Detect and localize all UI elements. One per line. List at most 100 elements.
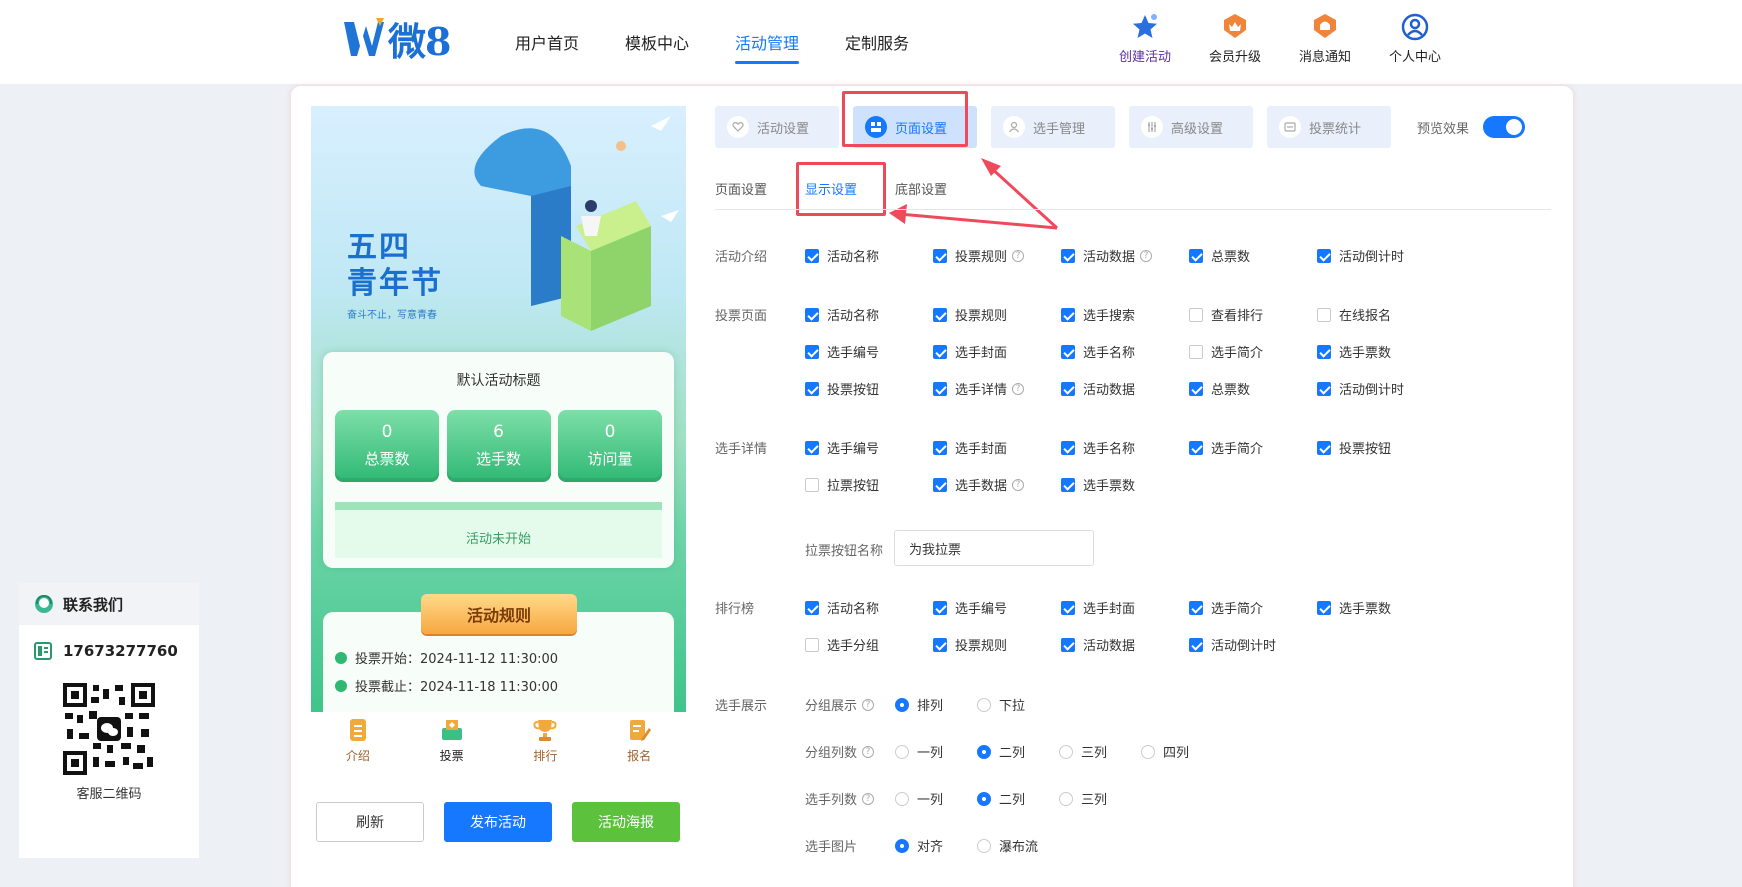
step-activity-settings[interactable]: 活动设置 — [715, 106, 839, 148]
checkbox-detail-player-intro[interactable]: 选手简介 — [1189, 438, 1263, 457]
help-icon[interactable]: ? — [1012, 249, 1025, 262]
checkbox-vote-button[interactable]: 投票按钮 — [805, 379, 879, 398]
checkbox-vote-player-name[interactable]: 选手名称 — [1061, 342, 1135, 361]
nav-activity-management[interactable]: 活动管理 — [712, 0, 822, 84]
radio-label: 二列 — [999, 793, 1026, 808]
help-icon[interactable]: ? — [862, 745, 875, 758]
personal-center-button[interactable]: 个人中心 — [1370, 12, 1460, 65]
tab-vote[interactable]: 投票 — [405, 712, 499, 766]
checkbox-rank-player-number[interactable]: 选手编号 — [933, 598, 1007, 617]
checkbox-vote-player-search[interactable]: 选手搜索 — [1061, 305, 1135, 324]
member-upgrade-button[interactable]: 会员升级 — [1190, 12, 1280, 65]
checkbox-box — [805, 344, 819, 359]
help-icon[interactable]: ? — [1012, 382, 1025, 395]
checkbox-box — [933, 248, 947, 263]
checkbox-box — [933, 637, 947, 652]
checkbox-rank-activity-name[interactable]: 活动名称 — [805, 598, 879, 617]
radio-group-cols-4[interactable]: 四列 — [1141, 742, 1189, 761]
subtab-display-settings[interactable]: 显示设置 — [805, 176, 857, 209]
checkbox-detail-vote-button[interactable]: 投票按钮 — [1317, 438, 1391, 457]
qr-code-image — [63, 683, 155, 775]
checkbox-detail-player-votes[interactable]: 选手票数 — [1061, 475, 1135, 494]
checkbox-vote-player-number[interactable]: 选手编号 — [805, 342, 879, 361]
tab-signup[interactable]: 报名 — [592, 712, 686, 766]
nav-user-home[interactable]: 用户首页 — [492, 0, 602, 84]
checkbox-detail-player-data[interactable]: 选手数据? — [933, 475, 1025, 494]
step-advanced-settings[interactable]: 高级设置 — [1129, 106, 1253, 148]
canvass-button-name-input[interactable]: 为我拉票 — [894, 530, 1094, 566]
activity-poster-button[interactable]: 活动海报 — [572, 802, 680, 842]
checkbox-intro-countdown[interactable]: 活动倒计时 — [1317, 246, 1404, 265]
radio-player-cols-3[interactable]: 三列 — [1059, 789, 1107, 808]
nav-custom-service[interactable]: 定制服务 — [822, 0, 932, 84]
checkbox-rank-player-group[interactable]: 选手分组 — [805, 635, 879, 654]
checkbox-detail-canvass-button[interactable]: 拉票按钮 — [805, 475, 879, 494]
radio-group-cols-1[interactable]: 一列 — [895, 742, 943, 761]
checkbox-vote-activity-data[interactable]: 活动数据 — [1061, 379, 1135, 398]
checkbox-intro-vote-rules[interactable]: 投票规则? — [933, 246, 1025, 265]
radio-label: 三列 — [1081, 793, 1108, 808]
checkbox-vote-activity-name[interactable]: 活动名称 — [805, 305, 879, 324]
subtab-footer-settings[interactable]: 底部设置 — [895, 176, 947, 209]
checkbox-vote-player-intro[interactable]: 选手简介 — [1189, 342, 1263, 361]
checkbox-box — [933, 381, 947, 396]
clock-icon — [335, 679, 347, 692]
radio-group-display-arrange[interactable]: 排列 — [895, 695, 943, 714]
checkbox-rank-activity-data[interactable]: 活动数据 — [1061, 635, 1135, 654]
stat-label: 总票数 — [364, 450, 410, 468]
radio-player-cols-2[interactable]: 二列 — [977, 789, 1025, 808]
checkbox-rank-player-intro[interactable]: 选手简介 — [1189, 598, 1263, 617]
radio-player-cols-1[interactable]: 一列 — [895, 789, 943, 808]
logo[interactable]: 微8 — [342, 14, 451, 64]
checkbox-label: 选手编号 — [955, 602, 1008, 617]
nav-template-center[interactable]: 模板中心 — [602, 0, 712, 84]
tab-ranking[interactable]: 排行 — [499, 712, 593, 766]
checkbox-label: 选手票数 — [1339, 602, 1392, 617]
qr-code — [63, 683, 155, 775]
checkbox-rank-player-votes[interactable]: 选手票数 — [1317, 598, 1391, 617]
radio-player-image-waterfall[interactable]: 瀑布流 — [977, 836, 1038, 855]
create-activity-button[interactable]: 创建活动 — [1100, 12, 1190, 65]
checkbox-detail-player-name[interactable]: 选手名称 — [1061, 438, 1135, 457]
help-icon[interactable]: ? — [1140, 249, 1153, 262]
checkbox-intro-total-votes[interactable]: 总票数 — [1189, 246, 1250, 265]
radio-group-display-dropdown[interactable]: 下拉 — [977, 695, 1025, 714]
help-icon[interactable]: ? — [862, 792, 875, 805]
preview-toggle-switch[interactable] — [1483, 116, 1526, 138]
checkbox-detail-player-number[interactable]: 选手编号 — [805, 438, 879, 457]
checkbox-intro-activity-name[interactable]: 活动名称 — [805, 246, 879, 265]
checkbox-label: 投票规则 — [955, 309, 1008, 324]
checkbox-rank-countdown[interactable]: 活动倒计时 — [1189, 635, 1276, 654]
radio-player-image-align[interactable]: 对齐 — [895, 836, 943, 855]
checkbox-vote-player-detail[interactable]: 选手详情? — [933, 379, 1025, 398]
refresh-button[interactable]: 刷新 — [316, 802, 424, 842]
subtab-page-settings[interactable]: 页面设置 — [715, 176, 767, 209]
checkbox-box — [1189, 637, 1203, 652]
checkbox-box — [805, 600, 819, 615]
checkbox-rank-player-cover[interactable]: 选手封面 — [1061, 598, 1135, 617]
radio-circle — [1059, 791, 1073, 806]
checkbox-intro-activity-data[interactable]: 活动数据? — [1061, 246, 1153, 265]
help-icon[interactable]: ? — [862, 698, 875, 711]
message-notify-button[interactable]: 消息通知 — [1280, 12, 1370, 65]
checkbox-box — [805, 440, 819, 455]
checkbox-vote-rules[interactable]: 投票规则 — [933, 305, 1007, 324]
tab-intro[interactable]: 介绍 — [311, 712, 405, 766]
checkbox-vote-countdown[interactable]: 活动倒计时 — [1317, 379, 1404, 398]
publish-activity-button[interactable]: 发布活动 — [444, 802, 552, 842]
checkbox-vote-total-votes[interactable]: 总票数 — [1189, 379, 1250, 398]
checkbox-vote-player-cover[interactable]: 选手封面 — [933, 342, 1007, 361]
radio-group-cols-2[interactable]: 二列 — [977, 742, 1025, 761]
radio-circle — [977, 697, 991, 712]
phone-preview[interactable]: 五四 青年节 奋斗不止，写意青春 默认活动标题 0 总票数 6 选手数 0 访问… — [311, 106, 686, 712]
checkbox-detail-player-cover[interactable]: 选手封面 — [933, 438, 1007, 457]
help-icon[interactable]: ? — [1012, 478, 1025, 491]
radio-group-cols-3[interactable]: 三列 — [1059, 742, 1107, 761]
checkbox-vote-view-ranking[interactable]: 查看排行 — [1189, 305, 1263, 324]
checkbox-label: 选手封面 — [955, 442, 1008, 457]
checkbox-rank-vote-rules[interactable]: 投票规则 — [933, 635, 1007, 654]
status-strip: 活动未开始 — [335, 502, 662, 558]
step-vote-statistics[interactable]: 投票统计 — [1267, 106, 1391, 148]
checkbox-vote-online-signup[interactable]: 在线报名 — [1317, 305, 1391, 324]
checkbox-vote-player-votes[interactable]: 选手票数 — [1317, 342, 1391, 361]
